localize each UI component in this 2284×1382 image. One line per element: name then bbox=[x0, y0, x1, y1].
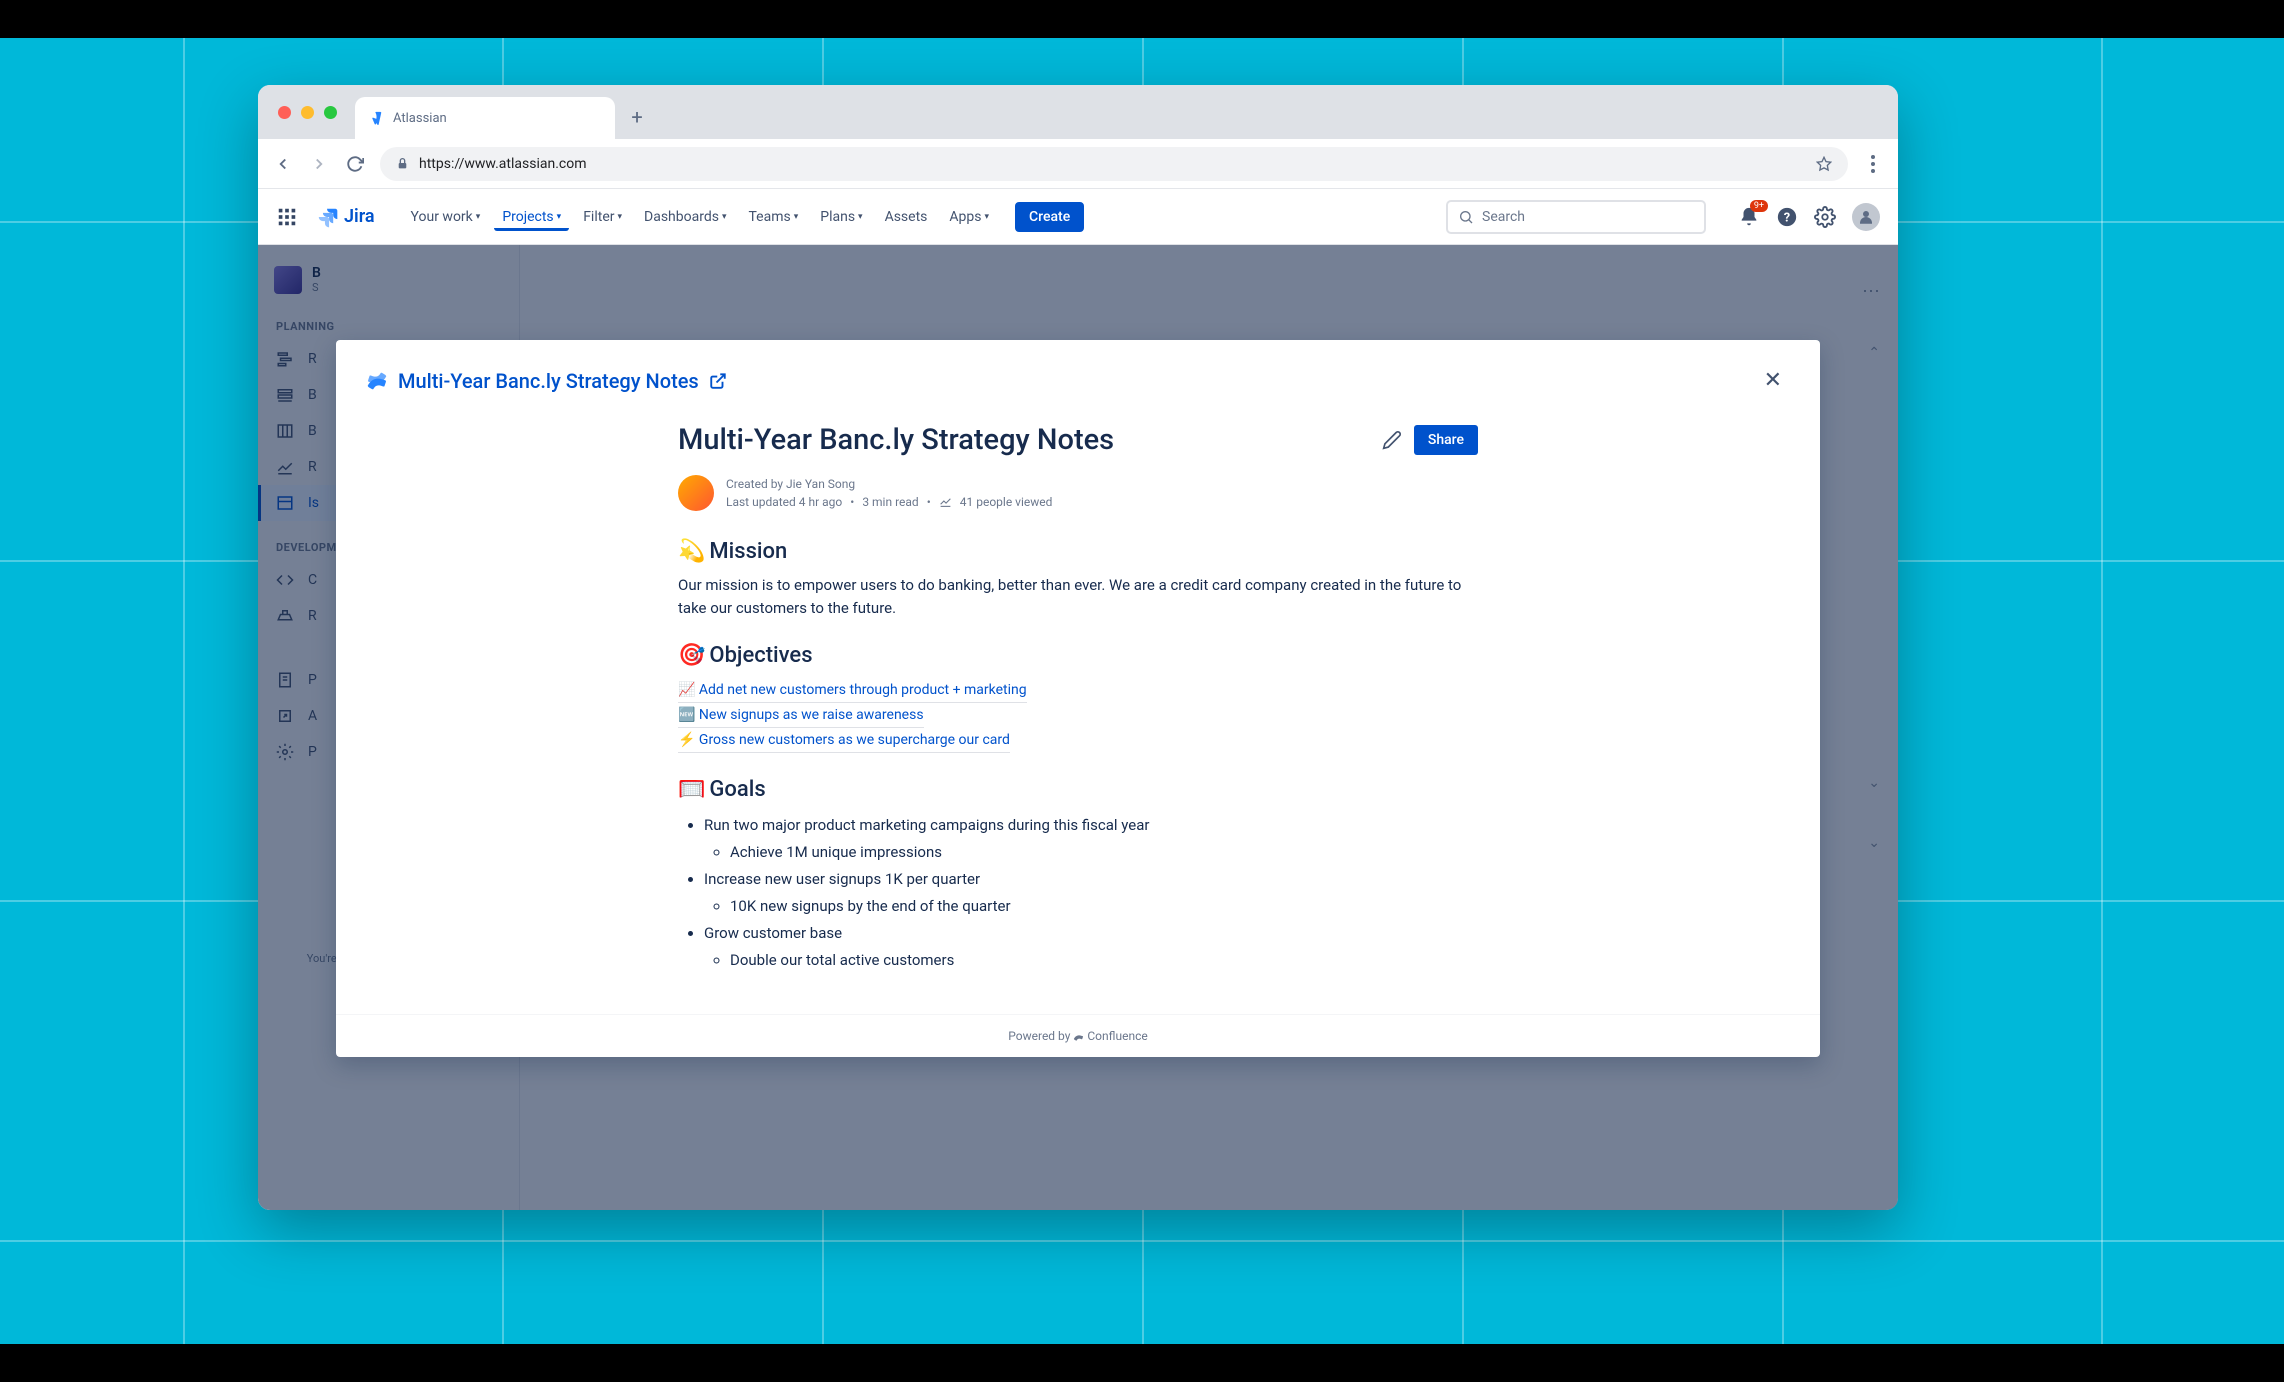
nav-teams[interactable]: Teams▾ bbox=[740, 203, 806, 231]
create-button[interactable]: Create bbox=[1015, 202, 1084, 232]
read-time-text: 3 min read bbox=[862, 495, 918, 509]
nav-apps[interactable]: Apps▾ bbox=[941, 203, 997, 231]
back-button[interactable] bbox=[272, 153, 294, 175]
edit-button[interactable] bbox=[1382, 430, 1402, 450]
forward-button[interactable] bbox=[308, 153, 330, 175]
search-icon bbox=[1458, 209, 1474, 225]
browser-menu-button[interactable] bbox=[1862, 155, 1884, 173]
nav-plans[interactable]: Plans▾ bbox=[812, 203, 870, 231]
nav-your-work[interactable]: Your work▾ bbox=[403, 203, 489, 231]
modal-close-button[interactable]: ✕ bbox=[1756, 364, 1790, 397]
app-switcher-icon[interactable] bbox=[276, 206, 298, 228]
browser-tab-bar: Atlassian + bbox=[258, 85, 1898, 139]
window-minimize-button[interactable] bbox=[301, 106, 314, 119]
nav-dashboards[interactable]: Dashboards▾ bbox=[636, 203, 734, 231]
profile-avatar[interactable] bbox=[1852, 203, 1880, 231]
expand-chevron-icon[interactable]: ⌄ bbox=[1868, 775, 1880, 791]
created-by-text: Created by Jie Yan Song bbox=[726, 477, 1052, 491]
chart-icon bbox=[276, 458, 296, 476]
chevron-down-icon: ▾ bbox=[794, 212, 799, 222]
gear-icon bbox=[276, 743, 296, 761]
share-button[interactable]: Share bbox=[1414, 425, 1478, 455]
objective-link[interactable]: 🆕 New signups as we raise awareness bbox=[678, 703, 924, 728]
url-text: https://www.atlassian.com bbox=[419, 156, 1806, 172]
chevron-down-icon: ▾ bbox=[722, 212, 727, 222]
mission-heading: 💫 Mission bbox=[678, 539, 1478, 564]
lock-icon bbox=[396, 157, 409, 170]
sidebar-project-header[interactable]: B S bbox=[258, 265, 519, 312]
goals-list: Run two major product marketing campaign… bbox=[678, 812, 1478, 974]
expand-chevron-icon[interactable]: ⌄ bbox=[1868, 835, 1880, 851]
views-text: 41 people viewed bbox=[960, 495, 1053, 509]
list-icon bbox=[276, 494, 296, 512]
chevron-down-icon: ▾ bbox=[985, 212, 990, 222]
reload-button[interactable] bbox=[344, 153, 366, 175]
nav-filter[interactable]: Filter▾ bbox=[575, 203, 630, 231]
jira-logo-icon bbox=[316, 206, 338, 228]
person-icon bbox=[1857, 208, 1875, 226]
mission-text: Our mission is to empower users to do ba… bbox=[678, 574, 1478, 619]
browser-window: Atlassian + https://www.atlassian.com Ji… bbox=[258, 85, 1898, 1210]
ship-icon bbox=[276, 607, 296, 625]
page-meta: Created by Jie Yan Song Last updated 4 h… bbox=[678, 475, 1478, 511]
shortcut-icon bbox=[276, 707, 296, 725]
search-placeholder: Search bbox=[1482, 209, 1525, 225]
settings-icon[interactable] bbox=[1814, 206, 1836, 228]
bookmark-star-icon[interactable] bbox=[1816, 156, 1832, 172]
chevron-down-icon: ▾ bbox=[476, 212, 481, 222]
code-icon bbox=[276, 571, 296, 589]
chevron-down-icon: ▾ bbox=[557, 212, 562, 222]
jira-logo[interactable]: Jira bbox=[316, 206, 375, 228]
browser-tab[interactable]: Atlassian bbox=[355, 97, 615, 139]
url-input[interactable]: https://www.atlassian.com bbox=[380, 147, 1848, 181]
confluence-icon bbox=[366, 370, 388, 392]
chevron-down-icon: ▾ bbox=[617, 212, 622, 222]
sidebar-section-planning: PLANNING bbox=[258, 312, 519, 341]
jira-logo-text: Jira bbox=[344, 206, 375, 227]
chevron-down-icon: ▾ bbox=[858, 212, 863, 222]
window-maximize-button[interactable] bbox=[324, 106, 337, 119]
objectives-heading: 🎯Objectives bbox=[678, 643, 1478, 668]
page-title: Multi-Year Banc.ly Strategy Notes bbox=[678, 423, 1114, 457]
analytics-icon bbox=[939, 495, 952, 508]
last-updated-text: Last updated 4 hr ago bbox=[726, 495, 842, 509]
window-close-button[interactable] bbox=[278, 106, 291, 119]
notifications-button[interactable] bbox=[1738, 206, 1760, 228]
confluence-small-icon bbox=[1073, 1031, 1084, 1042]
browser-url-bar: https://www.atlassian.com bbox=[258, 139, 1898, 189]
objective-link[interactable]: ⚡ Gross new customers as we supercharge … bbox=[678, 728, 1010, 753]
nav-assets[interactable]: Assets bbox=[877, 203, 936, 231]
modal-footer: Powered by Confluence bbox=[336, 1014, 1820, 1057]
browser-tab-title: Atlassian bbox=[393, 111, 447, 126]
help-icon[interactable]: ? bbox=[1776, 206, 1798, 228]
timeline-bars-icon bbox=[276, 350, 296, 368]
modal-breadcrumb[interactable]: Multi-Year Banc.ly Strategy Notes bbox=[366, 369, 727, 393]
backlog-icon bbox=[276, 386, 296, 404]
page-icon bbox=[276, 671, 296, 689]
jira-top-nav: Jira Your work▾ Projects▾ Filter▾ Dashbo… bbox=[258, 189, 1898, 245]
bell-icon bbox=[1738, 206, 1760, 228]
external-link-icon[interactable] bbox=[709, 372, 727, 390]
objective-link[interactable]: 📈 Add net new customers through product … bbox=[678, 678, 1027, 703]
confluence-page-modal: Multi-Year Banc.ly Strategy Notes ✕ Mult… bbox=[336, 340, 1820, 1057]
new-tab-button[interactable]: + bbox=[621, 101, 653, 133]
collapse-chevron-icon[interactable]: ⌃ bbox=[1868, 345, 1880, 361]
search-input[interactable]: Search bbox=[1446, 200, 1706, 234]
project-icon bbox=[274, 266, 302, 294]
goals-heading: 🥅 Goals bbox=[678, 777, 1478, 802]
author-avatar[interactable] bbox=[678, 475, 714, 511]
atlassian-favicon-icon bbox=[369, 111, 383, 125]
board-icon bbox=[276, 422, 296, 440]
more-actions-button[interactable]: ⋯ bbox=[1862, 281, 1880, 302]
svg-text:?: ? bbox=[1784, 210, 1790, 225]
nav-projects[interactable]: Projects▾ bbox=[494, 203, 569, 231]
